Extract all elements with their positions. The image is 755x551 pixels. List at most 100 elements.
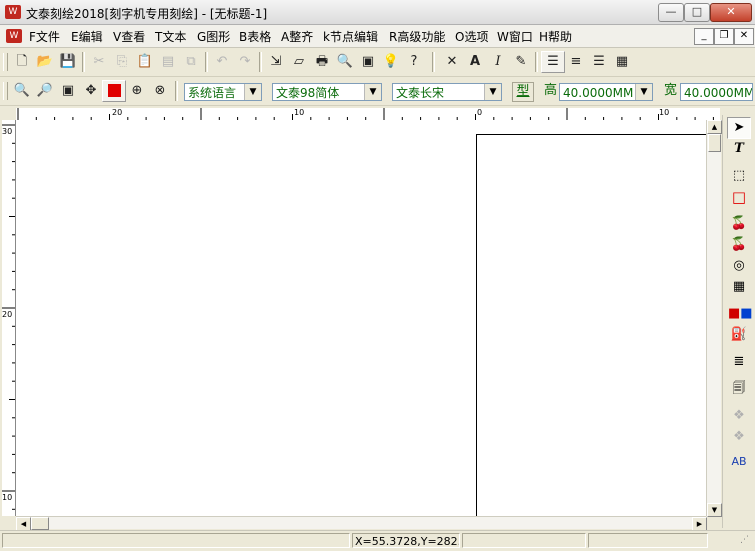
italic-icon[interactable]: I: [486, 51, 510, 73]
horizontal-scrollbar[interactable]: ◀ ▶: [16, 516, 707, 531]
new-file-icon[interactable]: 🗋: [10, 51, 34, 73]
justify-icon[interactable]: ▦: [610, 51, 634, 73]
table-icon[interactable]: ▦: [727, 276, 751, 298]
vertical-ruler[interactable]: 30 20 10: [2, 120, 16, 516]
edit-text-icon[interactable]: ✎: [509, 51, 533, 73]
menu-text[interactable]: T文本: [154, 28, 187, 45]
page-icon[interactable]: 🗐: [727, 378, 751, 400]
toolbar-separator: [535, 52, 538, 72]
menu-help[interactable]: H帮助: [538, 28, 573, 45]
paint-bucket-icon[interactable]: ⛽: [727, 324, 751, 346]
coordinates-readout: X=55.3728,Y=282.6!: [352, 533, 460, 548]
print-icon[interactable]: 🖶: [310, 51, 334, 73]
cut-icon[interactable]: ✂: [87, 51, 111, 73]
arrow-select-icon[interactable]: ➤: [727, 117, 751, 139]
scroll-left-button[interactable]: ◀: [16, 517, 31, 531]
vertical-scroll-thumb[interactable]: [708, 134, 721, 152]
chevron-down-icon[interactable]: ▼: [635, 84, 652, 100]
paste-special-icon[interactable]: ▤: [156, 51, 180, 73]
style-select[interactable]: 文泰长宋 ▼: [392, 83, 502, 101]
shape-button[interactable]: 型: [512, 82, 534, 102]
copy-icon[interactable]: ⎘: [110, 51, 134, 73]
toolbar-grip[interactable]: [3, 82, 8, 100]
align-center-icon[interactable]: ≡: [564, 51, 588, 73]
toolbar-separator: [175, 81, 178, 101]
ruler-label: 10: [659, 108, 670, 117]
help-icon[interactable]: ?: [402, 51, 426, 73]
align-right-icon[interactable]: ☰: [587, 51, 611, 73]
export-icon[interactable]: ▱: [287, 51, 311, 73]
menu-view[interactable]: V查看: [112, 28, 146, 45]
palette-icon[interactable]: ■■: [727, 303, 753, 325]
maximize-button[interactable]: □: [684, 3, 710, 22]
font-select[interactable]: 文泰98简体 ▼: [272, 83, 382, 101]
ruler-label: 20: [2, 310, 13, 319]
pan-icon[interactable]: ✥: [79, 80, 103, 102]
doc-close-button[interactable]: ✕: [734, 28, 754, 45]
vertical-scrollbar[interactable]: ▲ ▼: [706, 120, 722, 517]
menu-advanced[interactable]: R高级功能: [388, 28, 446, 45]
menu-file[interactable]: F文件: [28, 28, 61, 45]
menu-align[interactable]: A整齐: [280, 28, 314, 45]
horizontal-scroll-thumb[interactable]: [31, 517, 49, 530]
width-input[interactable]: 40.0000MM: [680, 83, 753, 101]
print-preview-icon[interactable]: 🔍: [333, 51, 357, 73]
status-panel: [462, 533, 586, 548]
close-button[interactable]: ✕: [710, 3, 752, 22]
status-bar: X=55.3728,Y=282.6! ⋰: [0, 530, 755, 551]
text-frame-icon[interactable]: A: [463, 51, 487, 73]
chevron-down-icon[interactable]: ▼: [364, 84, 381, 100]
menu-table[interactable]: B表格: [238, 28, 272, 45]
zoom-select-icon[interactable]: ⊗: [148, 80, 172, 102]
clone-icon[interactable]: ⧉: [179, 51, 203, 73]
scroll-down-button[interactable]: ▼: [707, 503, 722, 517]
minimize-button[interactable]: —: [658, 3, 684, 22]
open-folder-icon[interactable]: 📂: [33, 51, 57, 73]
document-icon[interactable]: W: [6, 29, 22, 43]
doc-minimize-button[interactable]: _: [694, 28, 714, 45]
resize-grip-icon[interactable]: ⋰: [740, 535, 752, 547]
width-label: 宽: [664, 83, 678, 98]
doc-restore-button[interactable]: ❐: [714, 28, 734, 45]
scroll-up-button[interactable]: ▲: [707, 120, 722, 134]
menu-options[interactable]: O选项: [454, 28, 489, 45]
import-icon[interactable]: ⇲: [264, 51, 288, 73]
chevron-down-icon[interactable]: ▼: [244, 84, 261, 100]
status-panel: [588, 533, 708, 548]
ruler-corner: [2, 108, 16, 120]
lightbulb-icon[interactable]: 💡: [379, 51, 403, 73]
zoom-page-icon[interactable]: ▣: [56, 80, 80, 102]
zoom-fit-icon[interactable]: ⊕: [125, 80, 149, 102]
title-bar[interactable]: W 文泰刻绘2018[刻字机专用刻绘] - [无标题-1] — □ ✕: [0, 0, 755, 25]
menu-edit[interactable]: E编辑: [70, 28, 104, 45]
chevron-down-icon[interactable]: ▼: [484, 84, 501, 100]
frame-tool-icon[interactable]: ⬚: [727, 165, 751, 187]
node-edit-icon[interactable]: ✕: [440, 51, 464, 73]
align-left-icon[interactable]: ☰: [541, 51, 565, 73]
paragraph-icon[interactable]: ≣: [727, 351, 751, 373]
height-input[interactable]: 40.0000MM ▼: [559, 83, 653, 101]
undo-icon[interactable]: ↶: [210, 51, 234, 73]
zoom-out-icon[interactable]: 🔎: [33, 80, 57, 102]
redo-icon[interactable]: ↷: [233, 51, 257, 73]
zoom-in-icon[interactable]: 🔍: [10, 80, 34, 102]
app-logo-icon[interactable]: W: [5, 5, 21, 19]
disabled-tool-1-icon[interactable]: ❖: [727, 405, 751, 427]
menu-graphics[interactable]: G图形: [196, 28, 231, 45]
text-tool-icon[interactable]: T: [727, 138, 751, 160]
scroll-right-button[interactable]: ▶: [692, 517, 707, 531]
language-select[interactable]: 系统语言 ▼: [184, 83, 262, 101]
rectangle-tool-icon[interactable]: □: [727, 186, 751, 208]
menu-node-edit[interactable]: k节点编辑: [322, 28, 379, 45]
disabled-tool-2-icon[interactable]: ❖: [727, 426, 751, 448]
cherry-icon[interactable]: 🍒: [727, 213, 751, 235]
ab-text-icon[interactable]: AB: [727, 451, 751, 473]
save-icon[interactable]: 💾: [56, 51, 80, 73]
paste-icon[interactable]: 📋: [133, 51, 157, 73]
toolbar-grip[interactable]: [3, 53, 8, 71]
menu-window[interactable]: W窗口: [496, 28, 534, 45]
cherry-fill-icon[interactable]: 🍒: [727, 234, 751, 256]
red-stop-icon[interactable]: [102, 80, 126, 102]
cut-plot-icon[interactable]: ▣: [356, 51, 380, 73]
shapes-icon[interactable]: ◎: [727, 255, 751, 277]
